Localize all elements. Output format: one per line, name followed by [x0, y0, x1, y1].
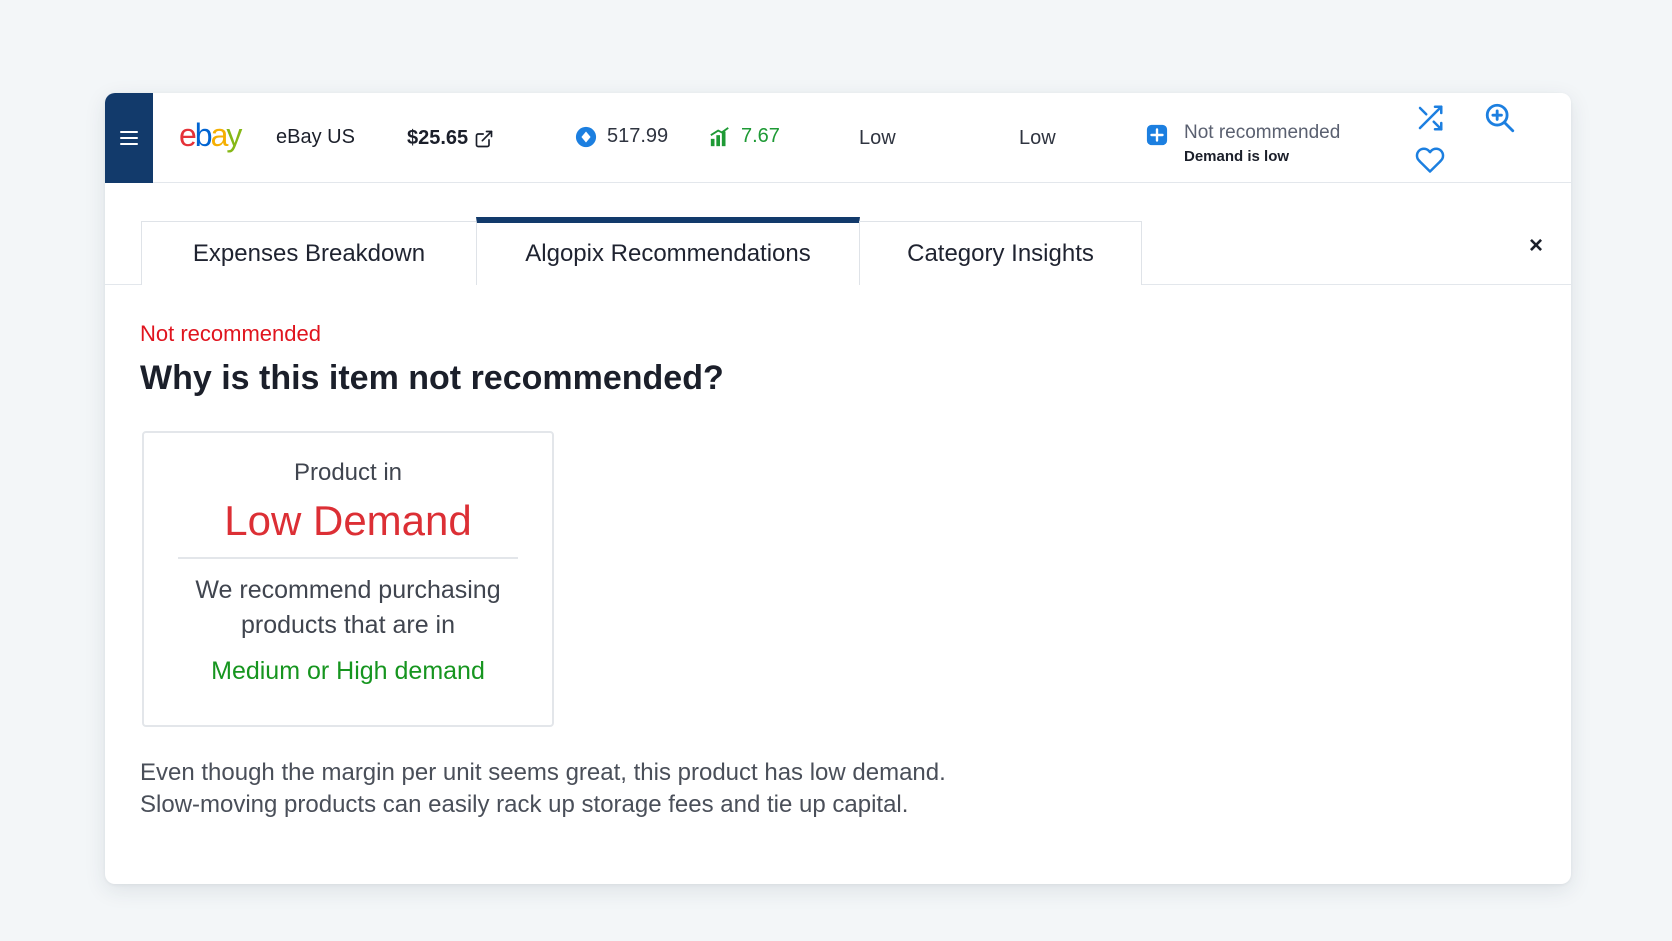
demand-card: Product in Low Demand We recommend purch…: [142, 431, 554, 727]
demand-card-intro: Product in: [293, 459, 403, 486]
recommendation-reason: Demand is low: [1184, 148, 1290, 165]
demand-metric: Low: [1019, 127, 1056, 149]
product-summary-bar: ebay eBay US $25.65 517.99 7.67 Low Low …: [105, 93, 1571, 183]
tab-expenses-breakdown[interactable]: Expenses Breakdown: [141, 221, 477, 285]
price-link[interactable]: $25.65: [407, 127, 494, 150]
demand-level: Low Demand: [224, 497, 472, 544]
logo-letter-e: e: [179, 117, 197, 153]
target-demand: Medium or High demand: [211, 657, 485, 685]
external-link-icon: [475, 130, 493, 147]
explanation-text: Even though the margin per unit seems gr…: [140, 759, 946, 818]
price-value: $25.65: [407, 127, 469, 149]
bsr-metric: 517.99: [575, 125, 668, 148]
recommendation-status: Not recommended: [1184, 122, 1341, 143]
product-analysis-panel: ebay eBay US $25.65 517.99 7.67 Low Low …: [105, 93, 1571, 884]
competition-metric: Low: [859, 127, 896, 149]
menu-icon: [120, 131, 138, 145]
shuffle-icon[interactable]: [1415, 103, 1445, 133]
bar-chart-icon: [710, 126, 729, 146]
bsr-value: 517.99: [607, 125, 669, 147]
divider: [178, 557, 518, 559]
zoom-in-icon[interactable]: [1483, 101, 1517, 135]
roi-value: 7.67: [741, 125, 780, 147]
recommendation-summary[interactable]: Not recommended Demand is low: [1146, 121, 1340, 169]
circle-dot-icon: [575, 126, 597, 147]
menu-button[interactable]: [105, 93, 153, 183]
roi-metric: 7.67: [709, 125, 780, 148]
plus-square-icon: [1146, 124, 1168, 146]
logo-letter-b: b: [194, 117, 213, 153]
tab-category-insights[interactable]: Category Insights: [859, 221, 1142, 285]
logo-letter-y: y: [226, 117, 242, 153]
demand-advice: We recommend purchasing products that ar…: [195, 576, 501, 639]
logo-letter-a: a: [210, 117, 229, 153]
ebay-logo: ebay: [179, 117, 242, 153]
close-icon[interactable]: ×: [1523, 232, 1549, 259]
tab-algopix-recommendations[interactable]: Algopix Recommendations: [476, 217, 860, 285]
marketplace-label: eBay US: [276, 126, 355, 148]
heart-icon[interactable]: [1415, 145, 1445, 175]
section-heading: Why is this item not recommended?: [140, 359, 724, 397]
recommendation-text: Not recommended Demand is low: [1184, 121, 1340, 169]
status-label: Not recommended: [140, 321, 321, 346]
